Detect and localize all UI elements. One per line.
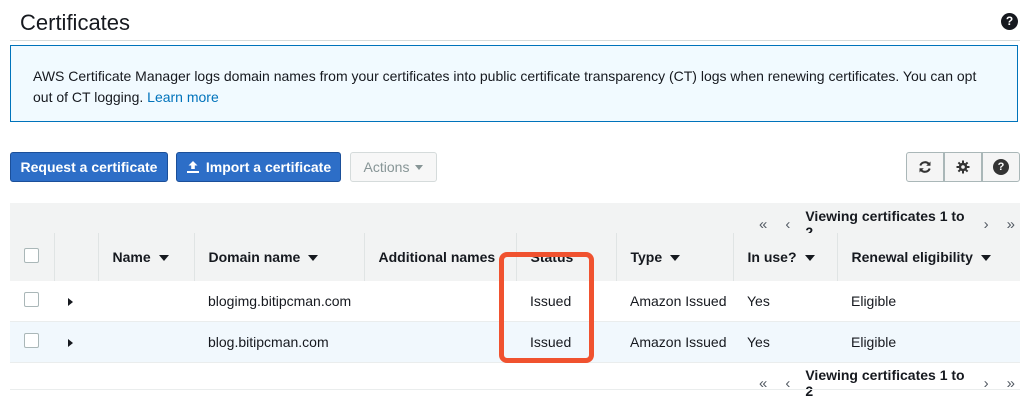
- actions-label: Actions: [363, 159, 410, 175]
- column-label: Name: [112, 249, 151, 265]
- table-tools: ?: [906, 152, 1020, 182]
- sort-caret-icon: [308, 255, 319, 262]
- cell-type: Amazon Issued: [616, 321, 733, 363]
- cell-renewal: Eligible: [837, 321, 1020, 363]
- column-label: Type: [630, 249, 663, 265]
- column-label: Domain name: [208, 249, 301, 265]
- divider: [10, 40, 1020, 41]
- actions-dropdown[interactable]: Actions: [350, 152, 437, 182]
- column-type[interactable]: Type: [615, 233, 733, 281]
- column-in-use[interactable]: In use?: [732, 233, 837, 281]
- cell-domain: blogimg.bitipcman.com: [194, 281, 364, 322]
- refresh-button[interactable]: [906, 152, 944, 182]
- info-alert-text: AWS Certificate Manager logs domain name…: [33, 66, 993, 108]
- learn-more-link[interactable]: Learn more: [147, 89, 219, 105]
- status-highlight-annotation: [499, 252, 594, 363]
- request-certificate-label: Request a certificate: [20, 159, 158, 175]
- chevron-down-icon: [415, 164, 424, 170]
- column-name[interactable]: Name: [97, 233, 194, 281]
- sort-caret-icon: [804, 255, 815, 262]
- cell-in-use: Yes: [733, 281, 837, 322]
- column-label: Renewal eligibility: [851, 249, 973, 265]
- divider: [10, 389, 1020, 390]
- import-certificate-button[interactable]: Import a certificate: [176, 152, 341, 182]
- expand-row-icon[interactable]: [68, 339, 73, 347]
- column-label: In use?: [747, 249, 797, 265]
- prev-page-button[interactable]: ‹: [785, 216, 790, 233]
- page-title: Certificates: [20, 10, 131, 35]
- row-checkbox[interactable]: [24, 292, 39, 307]
- cell-domain: blog.bitipcman.com: [194, 321, 364, 363]
- column-renewal-eligibility[interactable]: Renewal eligibility: [836, 233, 1020, 281]
- sort-caret-icon: [158, 255, 169, 262]
- sort-caret-icon: [670, 255, 681, 262]
- cell-name: [98, 281, 194, 322]
- column-label: Additional names: [378, 249, 496, 265]
- cell-type: Amazon Issued: [616, 281, 733, 322]
- import-certificate-label: Import a certificate: [205, 159, 332, 175]
- select-all-checkbox[interactable]: [24, 248, 39, 263]
- column-domain-name[interactable]: Domain name: [193, 233, 364, 281]
- settings-button[interactable]: [944, 152, 982, 182]
- row-checkbox[interactable]: [24, 333, 39, 348]
- sort-caret-icon: [980, 255, 991, 262]
- next-page-button[interactable]: ›: [984, 216, 989, 233]
- select-all-column: [10, 233, 54, 281]
- first-page-button[interactable]: «: [759, 216, 767, 233]
- request-certificate-button[interactable]: Request a certificate: [10, 152, 168, 182]
- expand-row-icon[interactable]: [68, 298, 73, 306]
- expand-column: [53, 233, 98, 281]
- pager-label: Viewing certificates 1 to 2: [805, 367, 965, 399]
- last-page-button[interactable]: »: [1007, 216, 1015, 233]
- help-button[interactable]: ?: [982, 152, 1020, 182]
- info-alert: AWS Certificate Manager logs domain name…: [10, 45, 1018, 122]
- cell-in-use: Yes: [733, 321, 837, 363]
- help-circle-icon[interactable]: ?: [1001, 13, 1018, 30]
- cell-additional: [364, 321, 516, 363]
- gear-icon: [956, 160, 970, 174]
- cell-renewal: Eligible: [837, 281, 1020, 322]
- cell-additional: [364, 281, 516, 322]
- upload-icon: [186, 161, 199, 173]
- cell-name: [98, 321, 194, 363]
- pager-bottom: « ‹ Viewing certificates 1 to 2 › »: [750, 367, 1024, 399]
- refresh-icon: [919, 161, 931, 173]
- help-circle-icon: ?: [993, 159, 1009, 175]
- column-additional-names: Additional names: [363, 233, 516, 281]
